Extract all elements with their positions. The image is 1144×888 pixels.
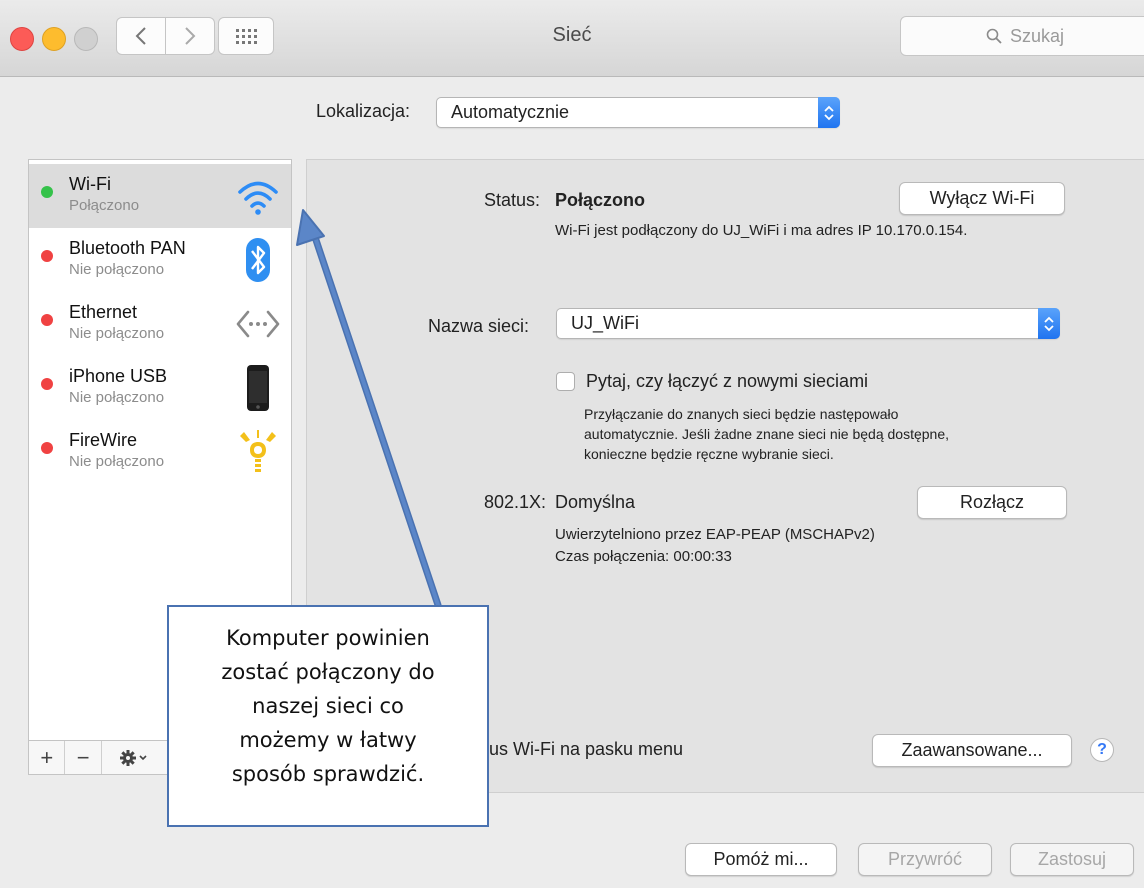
annotation-callout: Komputer powinien zostać połączony do na…	[167, 605, 489, 827]
annotation-line: Komputer powinien	[226, 626, 430, 650]
annotation-line: naszej sieci co	[252, 694, 404, 718]
annotation-line: sposób sprawdzić.	[231, 762, 425, 786]
annotation-line: zostać połączony do	[221, 660, 435, 684]
annotation-line: możemy w łatwy	[239, 728, 417, 752]
